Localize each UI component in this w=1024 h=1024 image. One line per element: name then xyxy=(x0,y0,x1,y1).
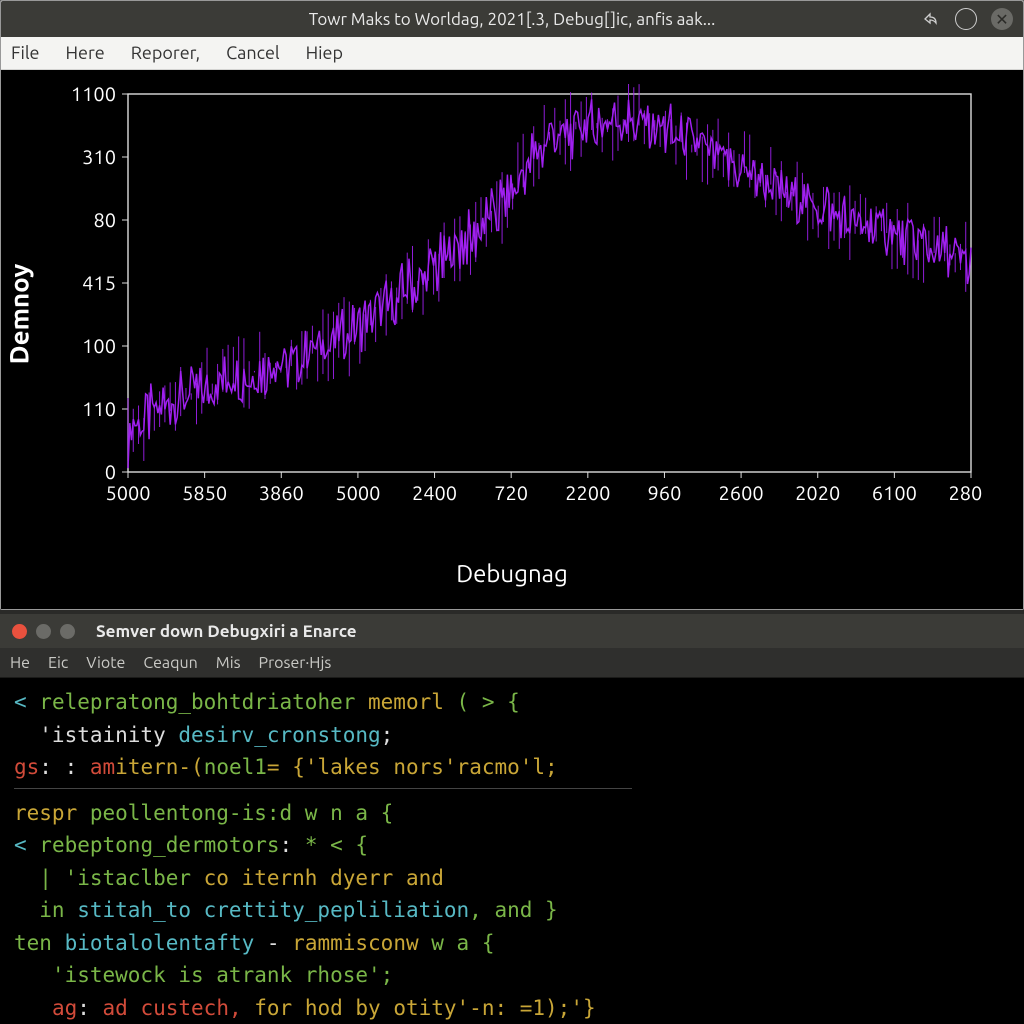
code-token: * < { xyxy=(305,833,368,857)
code-token: desirv_cronstong xyxy=(178,723,380,747)
code-token: w a { xyxy=(419,931,495,955)
svg-text:5850: 5850 xyxy=(182,481,227,504)
code-token: in xyxy=(14,898,77,922)
svg-text:3860: 3860 xyxy=(259,481,304,504)
editor-titlebar[interactable]: Semver down Debugxiri a Enarce xyxy=(0,614,1024,648)
min-dot-icon[interactable] xyxy=(36,624,51,639)
menu2-he[interactable]: He xyxy=(10,654,30,672)
svg-text:5000: 5000 xyxy=(105,481,150,504)
plot-area: Demnoy 1100310804151001100 5000585038605… xyxy=(1,70,1023,609)
code-token: < xyxy=(14,690,39,714)
menu-file[interactable]: File xyxy=(11,43,40,63)
max-dot-icon[interactable] xyxy=(60,624,75,639)
code-token: am xyxy=(90,755,115,779)
code-token: biotalolentafty xyxy=(65,931,255,955)
code-token: respr xyxy=(14,801,77,825)
svg-text:2600: 2600 xyxy=(719,481,764,504)
menu2-eic[interactable]: Eic xyxy=(48,654,68,672)
code-token: peollentong-is:d w n a { xyxy=(77,801,393,825)
svg-text:0: 0 xyxy=(105,460,116,483)
chart-ylabel: Demnoy xyxy=(5,264,34,365)
code-token: : : xyxy=(39,755,90,779)
traffic-lights xyxy=(12,624,75,639)
chart-svg: 1100310804151001100 50005850386050002400… xyxy=(23,84,983,544)
code-area[interactable]: < relepratong_bohtdriatoher memorl ( > {… xyxy=(0,678,1024,1024)
code-token: | 'istaclber xyxy=(14,866,204,890)
menu-here[interactable]: Here xyxy=(66,43,105,63)
code-token: rebeptong_dermotors xyxy=(39,833,279,857)
code-token: rammisconw xyxy=(292,931,418,955)
svg-text:1100: 1100 xyxy=(71,84,116,105)
code-token: stitah_to crettity_pepliliation xyxy=(77,898,469,922)
code-token: gs xyxy=(14,755,39,779)
plot-window: Towr Maks to Worldag, 2021[.3, Debug[]ic… xyxy=(0,0,1024,610)
svg-text:6100: 6100 xyxy=(872,481,917,504)
svg-text:2200: 2200 xyxy=(565,481,610,504)
plot-menubar: File Here Reporer, Cancel Hiep xyxy=(1,37,1023,70)
svg-text:5000: 5000 xyxy=(335,481,380,504)
svg-text:415: 415 xyxy=(82,271,116,294)
code-token: ad custech, xyxy=(103,996,242,1020)
code-token: ; xyxy=(381,723,394,747)
svg-text:2020: 2020 xyxy=(795,481,840,504)
code-token: , and } xyxy=(469,898,558,922)
code-token: < xyxy=(14,833,39,857)
code-token: relepratong_bohtdriatoher xyxy=(39,690,355,714)
menu2-proser[interactable]: Proser·Hjs xyxy=(259,654,332,672)
code-token: ten xyxy=(14,931,65,955)
code-token: memorl xyxy=(355,690,456,714)
svg-text:2800: 2800 xyxy=(948,481,983,504)
plot-window-title: Towr Maks to Worldag, 2021[.3, Debug[]ic… xyxy=(309,10,716,29)
svg-text:960: 960 xyxy=(648,481,682,504)
code-token: co iternh dyerr and xyxy=(204,866,444,890)
code-token: 'istainity xyxy=(14,723,178,747)
menu2-mis[interactable]: Mis xyxy=(216,654,241,672)
code-token: itern-( xyxy=(115,755,204,779)
share-icon[interactable] xyxy=(919,8,941,30)
code-token: = {'lakes nors'racmo'l; xyxy=(267,755,558,779)
svg-text:720: 720 xyxy=(494,481,528,504)
close-icon[interactable]: ✕ xyxy=(991,8,1013,30)
menu2-viote[interactable]: Viote xyxy=(86,654,125,672)
chart-xlabel: Debugnag xyxy=(23,560,1001,587)
code-token: noel1 xyxy=(204,755,267,779)
code-divider xyxy=(14,788,632,789)
svg-text:80: 80 xyxy=(93,208,116,231)
menu-hiep[interactable]: Hiep xyxy=(306,43,343,63)
editor-menubar: He Eic Viote Ceaqun Mis Proser·Hjs xyxy=(0,648,1024,678)
code-token: - xyxy=(254,931,292,955)
minimize-icon[interactable] xyxy=(955,8,977,30)
menu-cancel[interactable]: Cancel xyxy=(226,43,280,63)
code-token: ( > { xyxy=(457,690,520,714)
plot-window-titlebar[interactable]: Towr Maks to Worldag, 2021[.3, Debug[]ic… xyxy=(1,1,1023,37)
svg-text:2400: 2400 xyxy=(412,481,457,504)
editor-window-title: Semver down Debugxiri a Enarce xyxy=(96,622,357,641)
close-dot-icon[interactable] xyxy=(12,624,27,639)
editor-window: Semver down Debugxiri a Enarce He Eic Vi… xyxy=(0,610,1024,1024)
code-token: : xyxy=(77,996,102,1020)
code-token: ag xyxy=(52,996,77,1020)
svg-text:310: 310 xyxy=(82,145,116,168)
menu2-ceaqun[interactable]: Ceaqun xyxy=(143,654,197,672)
code-token: 'istewock is atrank rhose'; xyxy=(14,963,393,987)
svg-text:110: 110 xyxy=(82,397,116,420)
code-token xyxy=(14,996,52,1020)
menu-reporer[interactable]: Reporer, xyxy=(131,43,200,63)
code-token: for hod by otity'-n: =1);'} xyxy=(242,996,596,1020)
code-token: : xyxy=(280,833,305,857)
svg-text:100: 100 xyxy=(82,334,116,357)
